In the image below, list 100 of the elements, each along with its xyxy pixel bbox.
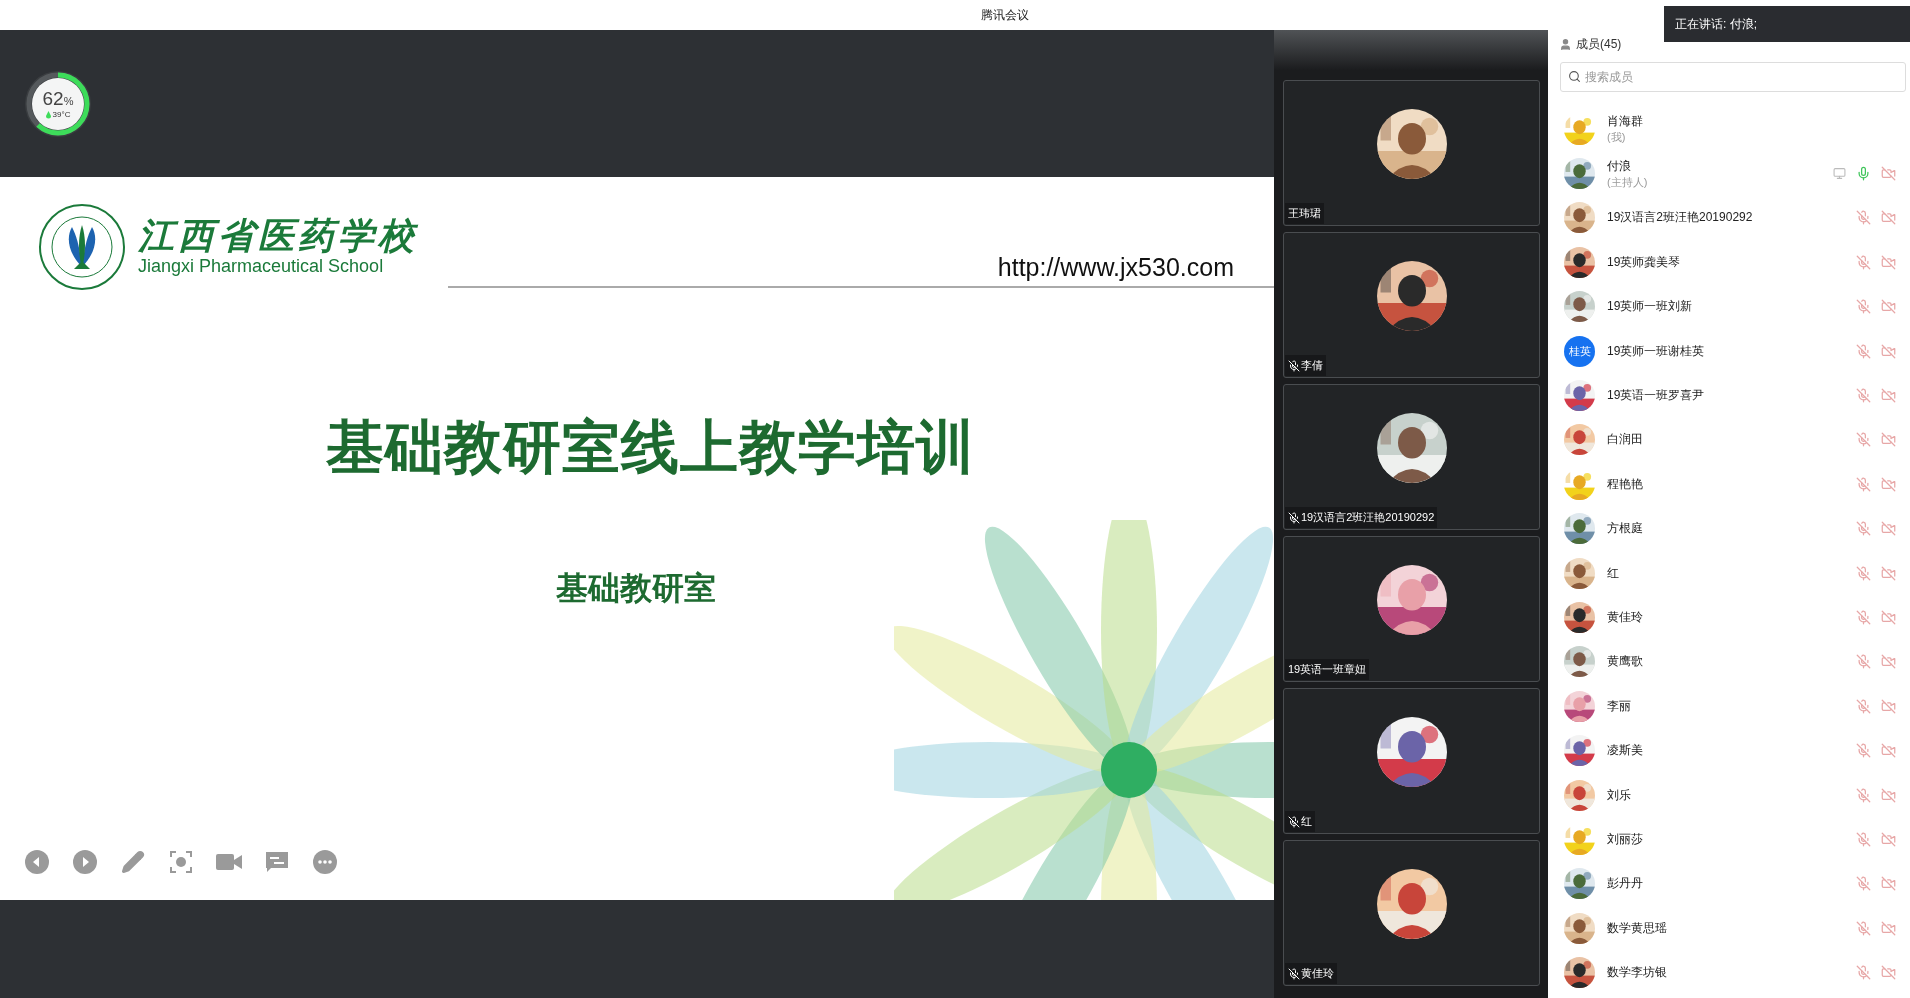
more-icon	[313, 850, 337, 874]
muted-microphone-icon[interactable]	[1856, 876, 1871, 892]
member-name: 19英师龚美琴	[1607, 253, 1682, 271]
member-row[interactable]: 19汉语言2班汪艳20190292	[1548, 195, 1910, 241]
search-field[interactable]: 搜索成员	[1560, 62, 1906, 92]
member-name: 程艳艳	[1607, 475, 1644, 493]
member-row[interactable]: 肖海群 (我)	[1548, 107, 1910, 152]
camera-off-icon[interactable]	[1881, 432, 1896, 448]
member-row[interactable]: 黄鹰歌	[1548, 639, 1910, 685]
muted-microphone-icon[interactable]	[1856, 920, 1871, 936]
camera-off-icon[interactable]	[1881, 388, 1896, 404]
camera-off-icon[interactable]	[1881, 166, 1896, 182]
camera-off-icon[interactable]	[1881, 698, 1896, 714]
focus-button[interactable]	[168, 849, 194, 875]
pen-button[interactable]	[120, 849, 146, 875]
member-name: 19英语一班罗喜尹	[1607, 387, 1706, 405]
website-url: http://www.jx530.com	[997, 253, 1234, 282]
muted-microphone-icon[interactable]	[1856, 388, 1871, 404]
prev-button[interactable]	[24, 849, 50, 875]
muted-microphone-icon[interactable]	[1856, 210, 1871, 226]
thermometer-icon	[45, 110, 51, 119]
member-row[interactable]: 数学黄思瑶	[1548, 906, 1910, 951]
member-row[interactable]: 红	[1548, 550, 1910, 596]
camera-off-icon[interactable]	[1881, 610, 1896, 625]
muted-microphone-icon[interactable]	[1856, 787, 1871, 803]
muted-microphone-icon[interactable]	[1856, 476, 1871, 492]
member-role: (我)	[1607, 130, 1627, 146]
school-name: 江西省医药学校	[138, 216, 418, 256]
camera-off-icon[interactable]	[1881, 654, 1896, 670]
camera-off-icon[interactable]	[1881, 920, 1896, 936]
member-name: 彭丹丹	[1607, 875, 1644, 893]
next-button[interactable]	[72, 849, 98, 875]
microphone-icon[interactable]	[1856, 166, 1871, 182]
participant-name: 王玮珺	[1288, 206, 1321, 221]
memory-percent: 62	[42, 89, 64, 108]
member-row[interactable]: 桂英 19英师一班谢桂英	[1548, 328, 1910, 374]
member-name: 李丽	[1607, 697, 1632, 715]
member-row[interactable]: 19英师龚美琴	[1548, 240, 1910, 285]
member-row[interactable]: 数学李坊银	[1548, 950, 1910, 995]
camera-off-icon[interactable]	[1881, 476, 1896, 492]
previous-icon	[25, 850, 49, 874]
camera-off-icon[interactable]	[1881, 831, 1896, 847]
member-name: 红	[1607, 564, 1620, 582]
muted-microphone-icon[interactable]	[1856, 521, 1871, 537]
camera-off-icon[interactable]	[1881, 254, 1896, 270]
muted-microphone-icon[interactable]	[1856, 654, 1871, 670]
muted-microphone-icon[interactable]	[1856, 254, 1871, 270]
member-name: 刘乐	[1607, 786, 1632, 804]
member-row[interactable]: 黄佳玲	[1548, 595, 1910, 640]
member-row[interactable]: 凌斯美	[1548, 728, 1910, 773]
member-row[interactable]: 白润田	[1548, 417, 1910, 463]
muted-microphone-icon[interactable]	[1856, 299, 1871, 315]
camera-off-icon[interactable]	[1881, 521, 1896, 537]
temperature: 39°C	[52, 110, 71, 119]
more-button[interactable]	[312, 849, 338, 875]
camera-off-icon[interactable]	[1881, 343, 1896, 359]
muted-microphone-icon[interactable]	[1856, 565, 1871, 581]
members-title: 成员(45)	[1576, 35, 1622, 53]
chat-button[interactable]	[264, 849, 290, 875]
member-name: 刘丽莎	[1607, 830, 1644, 848]
member-name: 黄佳玲	[1607, 609, 1644, 626]
member-row[interactable]: 19英师一班刘新	[1548, 284, 1910, 329]
camera-off-icon[interactable]	[1881, 565, 1896, 581]
member-row[interactable]: 李丽	[1548, 684, 1910, 729]
member-name: 黄鹰歌	[1607, 653, 1644, 671]
participant-name: 19汉语言2班汪艳20190292	[1301, 510, 1435, 525]
member-name: 肖海群	[1607, 113, 1644, 131]
camera-off-icon[interactable]	[1881, 965, 1896, 981]
member-row[interactable]: 程艳艳	[1548, 462, 1910, 507]
members-icon	[1559, 37, 1572, 51]
camera-off-icon[interactable]	[1881, 299, 1896, 315]
member-row[interactable]: 刘丽莎	[1548, 817, 1910, 862]
avatar: 桂英	[1564, 335, 1595, 367]
slide-subtitle: 基础教研室	[556, 569, 716, 608]
member-row[interactable]: 方根庭	[1548, 506, 1910, 551]
member-name: 数学李坊银	[1607, 964, 1668, 982]
search-icon	[1568, 70, 1581, 83]
member-row[interactable]: 彭丹丹	[1548, 861, 1910, 907]
camera-off-icon[interactable]	[1881, 743, 1896, 759]
camera-off-icon[interactable]	[1881, 210, 1896, 226]
member-row[interactable]: 刘乐	[1548, 772, 1910, 818]
window-title: 腾讯会议	[981, 6, 1029, 24]
camera-off-icon[interactable]	[1881, 876, 1896, 892]
muted-microphone-icon[interactable]	[1856, 698, 1871, 714]
muted-microphone-icon[interactable]	[1856, 610, 1871, 625]
next-icon	[73, 850, 97, 874]
muted-microphone-icon[interactable]	[1856, 343, 1871, 359]
member-name: 19英师一班谢桂英	[1607, 342, 1706, 360]
muted-microphone-icon[interactable]	[1856, 432, 1871, 448]
participant-name: 19英语一班章妞	[1288, 662, 1367, 677]
muted-microphone-icon[interactable]	[1856, 831, 1871, 847]
percent-sign: %	[63, 95, 74, 107]
member-row[interactable]: 付浪 (主持人)	[1548, 151, 1910, 196]
member-name: 数学黄思瑶	[1607, 919, 1668, 937]
muted-microphone-icon[interactable]	[1856, 965, 1871, 981]
participant-name: 黄佳玲	[1301, 966, 1334, 981]
slide-title: 基础教研室线上教学培训	[325, 413, 975, 481]
muted-microphone-icon[interactable]	[1856, 743, 1871, 759]
camera-off-icon[interactable]	[1881, 787, 1896, 803]
member-row[interactable]: 19英语一班罗喜尹	[1548, 373, 1910, 418]
